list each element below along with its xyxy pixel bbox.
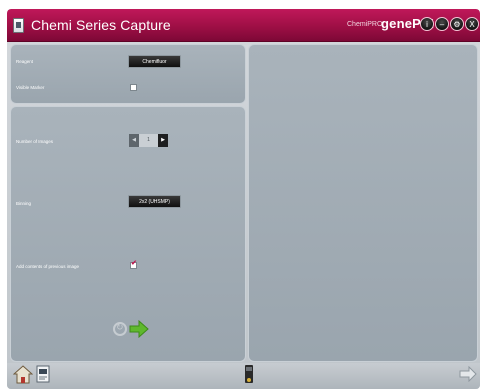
- brand-chemipro: ChemiPRO: [347, 21, 383, 28]
- reagent-panel: Reagent Chemifluor Visible Marker: [10, 44, 246, 104]
- next-button[interactable]: [129, 320, 149, 338]
- binning-select[interactable]: 2x2 (UHSMP): [128, 195, 181, 208]
- add-contents-checkbox[interactable]: ✔: [130, 260, 137, 269]
- window-title: Chemi Series Capture: [31, 17, 171, 33]
- app-icon: [13, 18, 24, 33]
- camera-icon: [245, 365, 253, 383]
- minimize-icon: –: [439, 20, 445, 29]
- title-bar: Chemi Series Capture ChemiPRO genePIX i …: [7, 9, 480, 42]
- number-of-images-stepper[interactable]: ◀ 1 ▶: [129, 134, 169, 147]
- settings-button[interactable]: ⚙: [450, 17, 464, 31]
- checkmark-icon: ✔: [131, 260, 137, 267]
- info-icon: i: [426, 20, 428, 29]
- document-button[interactable]: [35, 365, 51, 383]
- number-of-images-value[interactable]: 1: [139, 134, 158, 147]
- document-icon: [36, 365, 50, 383]
- number-of-images-label: Number of Images: [16, 139, 54, 144]
- arrow-right-icon: [129, 320, 149, 338]
- capture-settings-panel: Number of Images ◀ 1 ▶ Binning 2x2 (UHSM…: [10, 106, 246, 362]
- gear-icon: ⚙: [453, 20, 461, 29]
- home-icon: [13, 365, 33, 384]
- forward-arrow-icon: [459, 366, 477, 382]
- bottom-toolbar: [7, 363, 480, 389]
- add-contents-label: Add contents of previous image: [16, 264, 80, 269]
- forward-button[interactable]: [459, 366, 477, 382]
- reagent-select[interactable]: Chemifluor: [128, 55, 181, 68]
- reset-button[interactable]: ↻: [113, 322, 127, 336]
- minimize-button[interactable]: –: [435, 17, 449, 31]
- image-preview-panel: [248, 44, 478, 362]
- visible-marker-label: Visible Marker: [16, 85, 45, 90]
- close-icon: X: [469, 20, 475, 29]
- binning-label: Binning: [16, 201, 32, 206]
- decrement-button[interactable]: ◀: [129, 134, 139, 147]
- visible-marker-checkbox[interactable]: [130, 84, 137, 91]
- refresh-icon: ↻: [116, 322, 124, 332]
- home-button[interactable]: [13, 364, 33, 384]
- camera-button[interactable]: [242, 363, 256, 385]
- increment-button[interactable]: ▶: [158, 134, 168, 147]
- info-button[interactable]: i: [420, 17, 434, 31]
- reagent-label: Reagent: [16, 59, 34, 64]
- app-window: Chemi Series Capture ChemiPRO genePIX i …: [7, 9, 480, 389]
- close-button[interactable]: X: [465, 17, 479, 31]
